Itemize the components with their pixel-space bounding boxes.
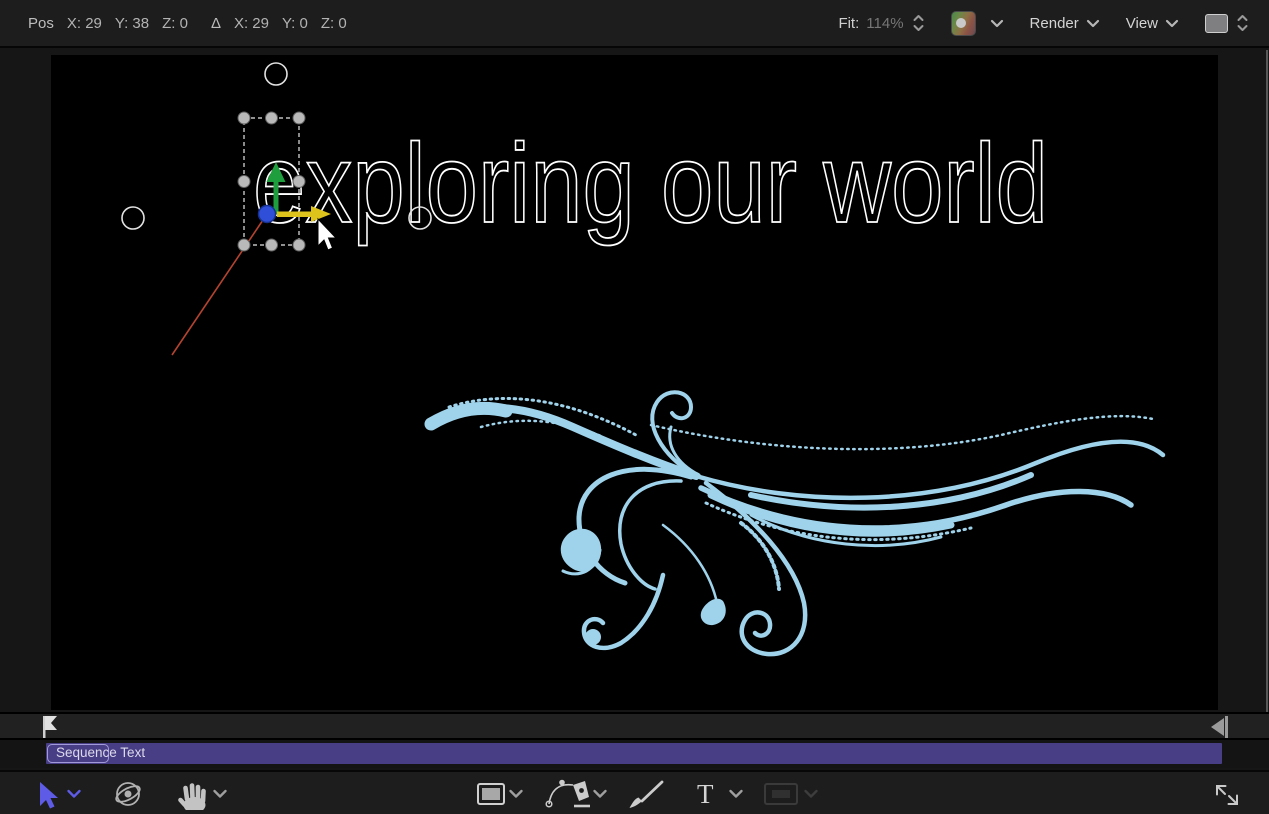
window-layout-icon[interactable] — [1205, 14, 1228, 33]
fit-label: Fit: — [838, 15, 859, 32]
text-tool-icon: T — [697, 781, 714, 808]
pen-tool-dropdown[interactable] — [592, 772, 608, 814]
sequence-control-circle-left[interactable] — [122, 207, 144, 229]
handle-top-center[interactable] — [266, 112, 278, 124]
play-range-out-marker-icon[interactable] — [1211, 716, 1228, 738]
delta-z-value: Z: 0 — [321, 15, 347, 32]
sequence-text-bar[interactable]: Sequence Text — [46, 743, 1222, 764]
fit-value[interactable]: 114% — [866, 15, 903, 32]
view-chevron-down-icon — [1165, 19, 1179, 28]
track-label: Sequence Text — [56, 745, 145, 760]
delta-label: Δ — [211, 15, 221, 32]
layout-stepper-icon[interactable] — [1236, 13, 1249, 33]
status-toolbar: Pos X: 29 Y: 38 Z: 0 Δ X: 29 Y: 0 Z: 0 F… — [0, 0, 1269, 48]
hand-tool-dropdown[interactable] — [212, 772, 228, 814]
window-edge-scrollbar[interactable] — [1266, 50, 1268, 766]
paintbrush-icon — [626, 777, 666, 811]
motion-canvas-window: Pos X: 29 Y: 38 Z: 0 Δ X: 29 Y: 0 Z: 0 F… — [0, 0, 1269, 814]
text-tool[interactable]: T — [697, 772, 714, 814]
canvas-workspace: exploring our world — [0, 50, 1269, 710]
handle-bottom-left[interactable] — [238, 239, 250, 251]
select-cursor-icon — [34, 779, 60, 809]
channels-chevron-down-icon[interactable] — [990, 19, 1004, 28]
canvas-graphics: exploring our world — [51, 55, 1218, 710]
handle-bottom-right[interactable] — [293, 239, 305, 251]
mask-shape-tool-disabled — [763, 772, 799, 814]
select-tool-dropdown[interactable] — [66, 772, 82, 814]
hand-pan-tool[interactable] — [176, 772, 208, 814]
handle-bottom-center[interactable] — [266, 239, 278, 251]
mini-timeline-track: Sequence Text — [0, 740, 1269, 768]
composition-canvas[interactable]: exploring our world — [51, 55, 1218, 710]
text-tool-dropdown[interactable] — [728, 772, 744, 814]
hand-chevron-down-icon — [212, 789, 228, 799]
bezier-pen-icon — [543, 777, 591, 811]
channel-dot — [956, 18, 966, 28]
handle-top-right[interactable] — [293, 112, 305, 124]
mask-shape-icon — [763, 781, 799, 807]
x-axis-arrow-shaft[interactable] — [277, 212, 313, 218]
hand-pan-icon — [176, 778, 208, 810]
anchor-point-handle[interactable] — [259, 206, 276, 223]
mini-timeline-ruler[interactable] — [0, 712, 1269, 740]
resize-timing-pane-button[interactable] — [1210, 772, 1244, 814]
paintbrush-tool[interactable] — [626, 772, 666, 814]
view-menu[interactable]: View — [1126, 15, 1179, 32]
color-channels-icon[interactable] — [951, 11, 976, 36]
render-menu[interactable]: Render — [1030, 15, 1100, 32]
shape-tool-dropdown[interactable] — [508, 772, 524, 814]
select-chevron-down-icon — [66, 789, 82, 799]
position-readout: Pos X: 29 Y: 38 Z: 0 Δ X: 29 Y: 0 Z: 0 — [28, 15, 347, 32]
flourish-artwork[interactable] — [431, 392, 1163, 654]
delta-x-value: X: 29 — [234, 15, 269, 32]
pos-x-value: X: 29 — [67, 15, 102, 32]
handle-mid-right[interactable] — [293, 176, 305, 188]
orbit-3d-tool[interactable] — [112, 772, 144, 814]
bezier-pen-tool[interactable] — [543, 772, 591, 814]
handle-top-left[interactable] — [238, 112, 250, 124]
fit-stepper-icon[interactable] — [912, 13, 925, 33]
pen-chevron-down-icon — [592, 789, 608, 799]
play-range-in-marker-icon[interactable] — [43, 716, 57, 738]
rectangle-shape-tool[interactable] — [476, 772, 506, 814]
timeline-markers — [0, 714, 1269, 738]
render-label: Render — [1030, 15, 1079, 32]
render-chevron-down-icon — [1086, 19, 1100, 28]
orbit-3d-icon — [112, 778, 144, 810]
headline-text-object[interactable]: exploring our world — [253, 121, 1048, 246]
sequence-control-circle-top[interactable] — [265, 63, 287, 85]
motion-path-guide-line — [172, 217, 265, 355]
pos-z-value: Z: 0 — [162, 15, 188, 32]
text-chevron-down-icon — [728, 789, 744, 799]
pos-y-value: Y: 38 — [115, 15, 149, 32]
pos-label: Pos — [28, 15, 54, 32]
view-label: View — [1126, 15, 1158, 32]
shape-chevron-down-icon — [508, 789, 524, 799]
rectangle-shape-icon — [476, 782, 506, 806]
mask-chevron-down-icon — [803, 789, 819, 799]
delta-y-value: Y: 0 — [282, 15, 308, 32]
view-controls: Fit: 114% Render View — [838, 11, 1249, 36]
resize-diagonal-icon — [1210, 778, 1244, 810]
mask-tool-dropdown-disabled — [803, 772, 819, 814]
tool-toolbar: T — [0, 770, 1269, 814]
select-transform-tool[interactable] — [34, 772, 60, 814]
handle-mid-left[interactable] — [238, 176, 250, 188]
